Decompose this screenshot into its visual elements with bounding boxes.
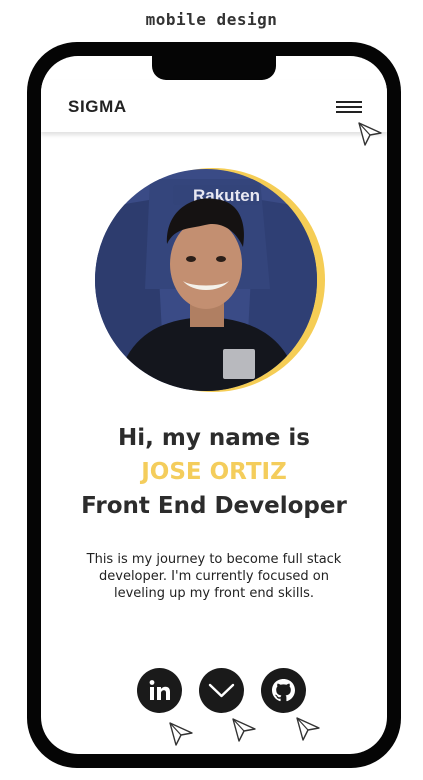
design-caption: mobile design bbox=[145, 10, 278, 29]
cursor-arrow-icon bbox=[296, 717, 320, 741]
social-links bbox=[41, 668, 387, 714]
github-icon bbox=[272, 679, 295, 702]
role-text: Front End Developer bbox=[81, 493, 347, 519]
linkedin-icon bbox=[149, 680, 170, 700]
phone-notch bbox=[152, 56, 276, 80]
phone-screen: SIGMA Rakuten Hi, my name is JOSE ORTIZ … bbox=[41, 56, 387, 754]
bio-text: This is my journey to become full stack … bbox=[86, 552, 342, 601]
cursor-arrow-icon bbox=[232, 718, 256, 742]
chevron-down-icon bbox=[208, 683, 235, 698]
greeting-text: Hi, my name is bbox=[118, 425, 310, 451]
navbar: SIGMA bbox=[41, 80, 387, 132]
brand-logo[interactable]: SIGMA bbox=[68, 97, 127, 117]
cursor-arrow-icon bbox=[358, 122, 382, 146]
linkedin-button[interactable] bbox=[137, 668, 182, 713]
profile-photo: Rakuten bbox=[95, 169, 317, 391]
phone-frame: SIGMA Rakuten Hi, my name is JOSE ORTIZ … bbox=[27, 42, 401, 768]
hamburger-menu-icon[interactable] bbox=[336, 101, 362, 115]
scroll-down-button[interactable] bbox=[199, 668, 244, 713]
avatar: Rakuten bbox=[95, 168, 325, 397]
name-text: JOSE ORTIZ bbox=[141, 459, 287, 485]
hero-headline: Hi, my name is JOSE ORTIZ Front End Deve… bbox=[41, 422, 387, 523]
cursor-arrow-icon bbox=[169, 722, 193, 746]
github-button[interactable] bbox=[261, 668, 306, 713]
